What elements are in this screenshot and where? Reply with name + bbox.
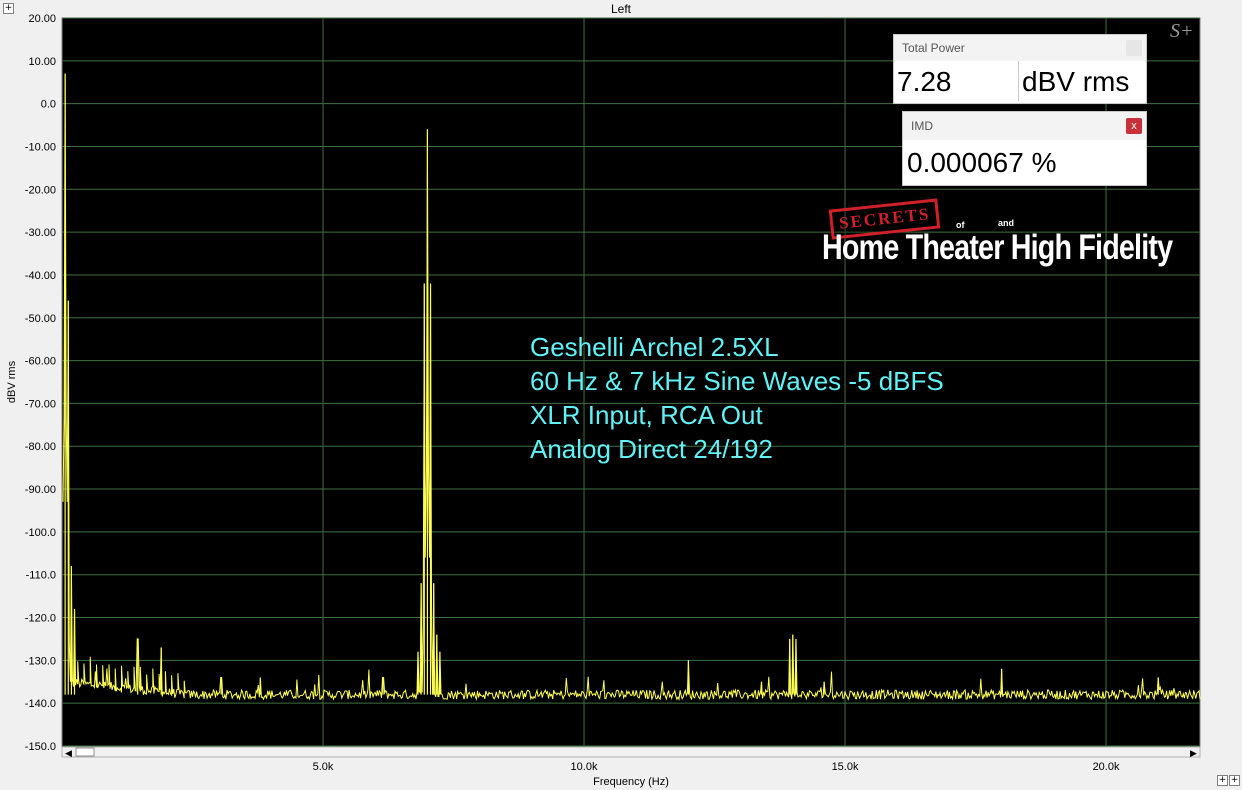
total-power-unit: dBV rms <box>1022 66 1130 97</box>
y-tick-label: -30.00 <box>25 227 56 239</box>
y-tick-label: -130.0 <box>25 655 56 667</box>
y-tick-label: -110.0 <box>26 570 56 582</box>
y-tick-label: -70.00 <box>25 398 56 410</box>
scroll-left-arrow: ◀ <box>65 748 72 758</box>
logo-main-text: Home Theater High Fidelity <box>822 228 1173 267</box>
imd-header: IMD x <box>903 112 1146 140</box>
y-tick-label: 10.00 <box>28 56 56 68</box>
y-tick-label: -50.00 <box>25 313 56 325</box>
y-tick-label: 0.0 <box>41 99 56 111</box>
splus-badge: S+ <box>1170 20 1194 42</box>
x-tick-label: 5.0k <box>313 761 334 773</box>
total-power-title: Total Power <box>902 41 965 55</box>
y-tick-label: -140.0 <box>25 698 56 710</box>
y-tick-label: -40.00 <box>25 270 56 282</box>
chart-annotation: Geshelli Archel 2.5XL 60 Hz & 7 kHz Sine… <box>530 330 944 466</box>
x-tick-label: 15.0k <box>832 761 859 773</box>
imd-value: 0.000067 % <box>907 147 1057 178</box>
y-axis-label: dBV rms <box>6 360 18 403</box>
meter-divider <box>1018 61 1019 101</box>
x-tick-label: 20.0k <box>1093 761 1120 773</box>
total-power-value: 7.28 <box>897 66 952 97</box>
y-tick-label: 20.00 <box>28 13 56 25</box>
y-tick-label: -10.00 <box>25 141 56 153</box>
y-tick-label: -80.00 <box>25 441 56 453</box>
total-power-body: 7.28 dBV rms <box>894 61 1146 101</box>
annotation-line-2: 60 Hz & 7 kHz Sine Waves -5 dBFS <box>530 366 944 396</box>
imd-close-button[interactable]: x <box>1126 118 1142 134</box>
y-tick-label: -150.0 <box>25 741 56 753</box>
total-power-header: Total Power <box>894 35 1146 61</box>
x-scrollbar <box>61 746 1201 758</box>
secrets-logo: SECRETS of and Home Theater High Fidelit… <box>822 198 1173 270</box>
imd-body: 0.000067 % <box>903 140 1146 184</box>
scroll-right-arrow: ▶ <box>1190 748 1197 758</box>
x-axis-label: Frequency (Hz) <box>593 776 669 788</box>
total-power-close-button[interactable] <box>1126 40 1142 56</box>
y-tick-label: -60.00 <box>25 356 56 368</box>
annotation-line-1: Geshelli Archel 2.5XL <box>530 332 779 362</box>
logo-and: and <box>998 218 1015 228</box>
imd-meter[interactable]: IMD x 0.000067 % <box>902 111 1147 186</box>
total-power-meter[interactable]: Total Power 7.28 dBV rms <box>893 34 1147 104</box>
y-tick-label: -120.0 <box>25 613 56 625</box>
annotation-line-3: XLR Input, RCA Out <box>530 400 763 430</box>
y-tick-label: -20.00 <box>25 184 56 196</box>
y-tick-label: -100.0 <box>25 527 56 539</box>
y-tick-label: -90.00 <box>25 484 56 496</box>
annotation-line-4: Analog Direct 24/192 <box>530 434 773 464</box>
imd-title: IMD <box>911 119 933 133</box>
x-tick-label: 10.0k <box>571 761 598 773</box>
x-scroll-thumb <box>75 747 95 757</box>
